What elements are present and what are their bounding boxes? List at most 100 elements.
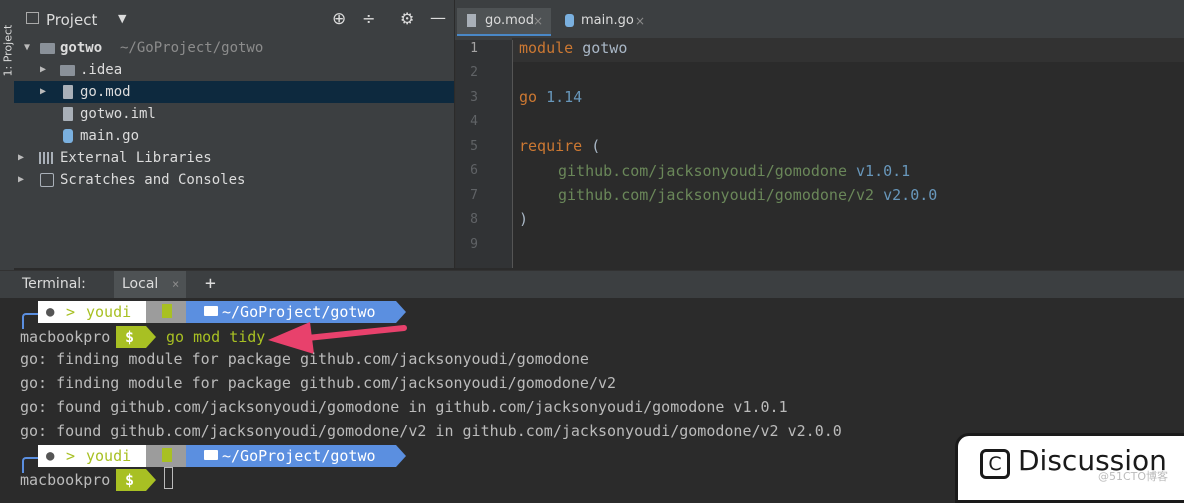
folder-open-icon <box>204 450 218 460</box>
line-number: 4 <box>470 114 478 129</box>
go-version: 1.14 <box>537 88 583 106</box>
project-panel-header: Project ▼ ⊕ ÷ ⚙ — <box>14 8 454 34</box>
close-icon[interactable]: × <box>533 8 543 34</box>
line-number: 1 <box>470 41 478 56</box>
tree-item-gotwo[interactable]: ▼ gotwo ~/GoProject/gotwo <box>14 37 454 59</box>
code-line-6[interactable]: github.com/jacksonyoudi/gomodone v1.0.1 <box>558 162 910 180</box>
terminal-output-line: go: found github.com/jacksonyoudi/gomodo… <box>20 398 788 416</box>
chevron-right-icon[interactable]: ▶ <box>18 147 24 169</box>
prompt-path: ~/GoProject/gotwo <box>222 447 376 465</box>
minimize-icon[interactable]: — <box>430 8 446 27</box>
module-path: github.com/jacksonyoudi/gomodone/v2 <box>558 186 875 204</box>
tree-item-label: go.mod <box>80 84 131 100</box>
tree-item-path: ~/GoProject/gotwo <box>120 40 264 56</box>
dollar-sign: $ <box>125 471 135 489</box>
chevron-down-icon[interactable]: ▼ <box>24 37 30 59</box>
module-path: github.com/jacksonyoudi/gomodone <box>558 162 847 180</box>
chevron-down-icon[interactable]: ▼ <box>118 12 126 25</box>
folder-icon <box>60 65 75 76</box>
tree-item-external-libraries[interactable]: ▶ External Libraries <box>14 147 454 169</box>
tab-label: Local <box>122 276 159 292</box>
line-number: 2 <box>470 65 478 80</box>
terminal-output-line: go: finding module for package github.co… <box>20 350 589 368</box>
module-version: v2.0.0 <box>874 186 938 204</box>
tree-item-main-go[interactable]: main.go <box>14 125 454 147</box>
tab-go-mod[interactable]: go.mod × <box>457 8 551 36</box>
file-icon <box>63 85 73 99</box>
prompt-arrow <box>146 469 156 491</box>
host-label: macbookpro <box>20 328 111 346</box>
terminal-cursor <box>164 467 173 489</box>
editor-tabs: go.mod × main.go × <box>455 0 1184 40</box>
gear-icon[interactable]: ⚙ <box>400 9 414 28</box>
tree-item-label: gotwo <box>60 40 103 56</box>
discussion-badge[interactable]: C Discussion @51CTO博客 <box>955 433 1184 503</box>
code-line-7[interactable]: github.com/jacksonyoudi/gomodone/v2 v2.0… <box>558 186 937 204</box>
apple-icon: ● <box>46 448 55 464</box>
keyword: module <box>519 39 574 57</box>
line-number: 9 <box>470 237 478 252</box>
locate-icon[interactable]: ⊕ <box>332 9 346 29</box>
close-icon[interactable]: × <box>172 277 179 291</box>
prompt-user: youdi <box>86 447 132 465</box>
tree-item-label: main.go <box>80 128 140 144</box>
copyright-icon: C <box>980 449 1010 479</box>
project-tool-button[interactable]: 1: Project <box>2 17 15 77</box>
go-file-icon <box>565 14 574 27</box>
library-icon <box>39 152 55 164</box>
tool-window-strip: 1: Project <box>0 0 15 118</box>
tree-item-idea[interactable]: ▶ .idea <box>14 59 454 81</box>
line-number: 6 <box>470 163 478 178</box>
line-number: 7 <box>470 188 478 203</box>
file-icon <box>63 107 73 121</box>
line-number: 5 <box>470 139 478 154</box>
tab-main-go[interactable]: main.go × <box>555 8 655 34</box>
tree-item-label: Scratches and Consoles <box>60 172 246 188</box>
terminal-header: Terminal: Local × + <box>0 270 1184 299</box>
typed-command: go mod tidy <box>166 328 266 346</box>
add-terminal-button[interactable]: + <box>205 273 216 294</box>
chevron-right-icon: > <box>66 447 76 465</box>
code-line-5[interactable]: require ( <box>519 137 600 155</box>
project-view-icon <box>26 12 39 24</box>
code-line-3[interactable]: go 1.14 <box>519 88 582 106</box>
go-file-icon <box>63 129 73 143</box>
tree-item-gotwo-iml[interactable]: gotwo.iml <box>14 103 454 125</box>
host-label: macbookpro <box>20 471 111 489</box>
line-number: 8 <box>470 212 478 227</box>
tab-label: go.mod <box>485 13 534 28</box>
chevron-right-icon[interactable]: ▶ <box>18 169 24 191</box>
code-line-1[interactable]: module gotwo <box>519 39 627 57</box>
chevron-right-icon[interactable]: ▶ <box>40 81 46 103</box>
chevron-right-icon: > <box>66 303 76 321</box>
terminal-label: Terminal: <box>22 276 86 292</box>
prompt-user: youdi <box>86 303 132 321</box>
prompt-arrow <box>396 445 406 467</box>
code-line-8[interactable]: ) <box>519 210 528 228</box>
keyword: go <box>519 88 538 106</box>
dollar-sign: $ <box>125 328 135 346</box>
apple-icon: ● <box>46 304 55 320</box>
tab-label: main.go <box>581 13 634 28</box>
prompt-arrow <box>146 326 156 348</box>
folder-open-icon <box>204 306 218 316</box>
module-name: gotwo <box>573 39 628 57</box>
line-number: 3 <box>470 90 478 105</box>
terminal-output-line: go: finding module for package github.co… <box>20 374 617 392</box>
watermark: @51CTO博客 <box>1098 470 1169 483</box>
git-icon <box>162 448 172 462</box>
folder-icon <box>40 43 55 54</box>
paren: ( <box>582 137 601 155</box>
project-panel-title[interactable]: Project <box>46 11 97 29</box>
git-icon <box>162 304 172 318</box>
scratches-icon <box>40 173 54 187</box>
close-icon[interactable]: × <box>635 8 645 34</box>
tree-item-scratches[interactable]: ▶ Scratches and Consoles <box>14 169 454 191</box>
tree-item-go-mod[interactable]: ▶ go.mod <box>14 81 454 103</box>
terminal-output-line: go: found github.com/jacksonyoudi/gomodo… <box>20 422 842 440</box>
tree-item-label: gotwo.iml <box>80 106 156 122</box>
tree-item-label: External Libraries <box>60 150 212 166</box>
tool-window-strip-lower <box>0 118 14 270</box>
collapse-all-icon[interactable]: ÷ <box>362 9 375 28</box>
chevron-right-icon[interactable]: ▶ <box>40 59 46 81</box>
